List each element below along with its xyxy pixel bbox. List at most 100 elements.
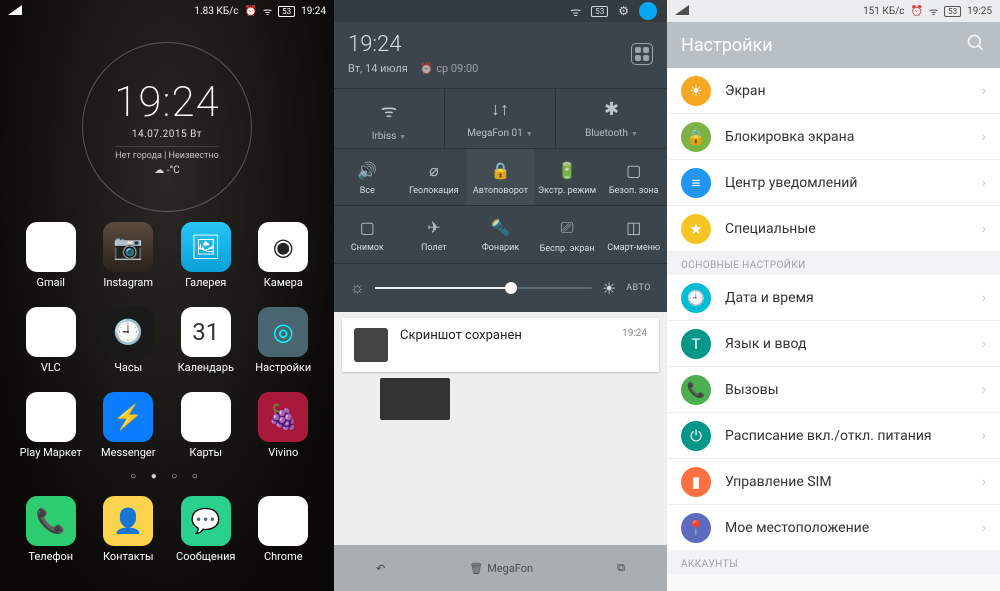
settings-row[interactable]: ⏻ Расписание вкл./откл. питания ›	[667, 413, 1000, 459]
settings-gear-icon[interactable]: ⚙	[618, 4, 629, 18]
app-Play Маркет[interactable]: ▶ Play Маркет	[16, 392, 86, 459]
grid-toggle-button[interactable]	[631, 43, 653, 65]
battery-badge: 53	[944, 6, 961, 17]
app-Instagram[interactable]: 📷 Instagram	[94, 222, 164, 289]
row-icon: ☀	[681, 76, 711, 106]
nav-back-icon[interactable]: ↶	[376, 562, 385, 575]
chevron-right-icon: ›	[982, 474, 986, 490]
quick-settings-panel: ᯤ 53 ⚙ 19:24 Вт, 14 июля ⏰ ср 09:00 ᯤ Ir…	[334, 0, 667, 591]
app-icon: ⚡	[103, 392, 153, 442]
app-label: VLC	[41, 361, 61, 374]
app-icon: ▶	[26, 392, 76, 442]
status-bar: 1.83 КБ/с ⏰ ᯤ 53 19:24	[0, 0, 334, 22]
toggle-screenshot[interactable]: ▢ Снимок	[334, 206, 401, 263]
app-Настройки[interactable]: ◎ Настройки	[249, 307, 319, 374]
app-Chrome[interactable]: ◯ Chrome	[249, 496, 319, 563]
app-Галерея[interactable]: 🖼 Галерея	[171, 222, 241, 289]
profile-avatar[interactable]	[639, 2, 657, 20]
signal-icon	[8, 5, 22, 15]
app-label: Messenger	[101, 446, 155, 459]
status-bar: ᯤ 53 ⚙	[334, 0, 667, 22]
settings-row[interactable]: ▮ Управление SIM ›	[667, 459, 1000, 505]
row-label: Специальные	[725, 221, 816, 237]
settings-row[interactable]: ☀ Экран ›	[667, 68, 1000, 114]
app-Контакты[interactable]: 👤 Контакты	[94, 496, 164, 563]
row-icon: T	[681, 329, 711, 359]
toggle-secure[interactable]: ▢ Безоп. зона	[600, 149, 667, 205]
nav-recents-icon[interactable]: ⧉	[617, 561, 625, 575]
nav-carrier-label: 🗑 MegaFon	[469, 562, 533, 575]
toggle-label: Все	[360, 186, 375, 196]
app-Часы[interactable]: 🕘 Часы	[94, 307, 164, 374]
app-Телефон[interactable]: 📞 Телефон	[16, 496, 86, 563]
battery-badge: 53	[591, 6, 608, 17]
toggle-battery[interactable]: 🔋 Экстр. режим	[534, 149, 601, 205]
nav-bar: ↶ 🗑 MegaFon ⧉	[334, 545, 667, 591]
notification-thumbnail-icon	[354, 328, 388, 362]
dock: 📞 Телефон 👤 Контакты 💬 Сообщения ◯ Chrom…	[0, 488, 334, 577]
app-label: Контакты	[103, 550, 154, 563]
app-label: Instagram	[103, 276, 153, 289]
search-icon[interactable]	[966, 33, 986, 58]
app-icon: 🕘	[103, 307, 153, 357]
brightness-high-icon: ☀	[602, 279, 616, 298]
app-icon: 🍇	[258, 392, 308, 442]
brightness-auto-toggle[interactable]: АВТО	[626, 283, 651, 293]
toggle-smart[interactable]: ◫ Смарт-меню	[600, 206, 667, 263]
app-Камера[interactable]: ◉ Камера	[249, 222, 319, 289]
toggle-airplane[interactable]: ✈ Полет	[401, 206, 468, 263]
settings-row[interactable]: 📞 Вызовы ›	[667, 367, 1000, 413]
app-icon: 💬	[181, 496, 231, 546]
chevron-right-icon: ›	[982, 520, 986, 536]
settings-row[interactable]: ≡ Центр уведомлений ›	[667, 160, 1000, 206]
net-speed: 151 КБ/с	[863, 6, 904, 17]
app-Карты[interactable]: 9 Карты	[171, 392, 241, 459]
clock-weather: ☁ -°C	[154, 165, 180, 176]
app-Календарь[interactable]: 31 Календарь	[171, 307, 241, 374]
settings-row[interactable]: 🔒 Блокировка экрана ›	[667, 114, 1000, 160]
app-label: Галерея	[185, 276, 226, 289]
conn-label: Irbiss▼	[334, 131, 444, 142]
airplane-icon: ✈	[401, 218, 468, 237]
rotate-icon: 🔒	[467, 161, 534, 180]
app-Vivino[interactable]: 🍇 Vivino	[249, 392, 319, 459]
screenshot-icon: ▢	[334, 218, 401, 237]
notification-card[interactable]: Скриншот сохранен 19:24	[342, 318, 659, 372]
settings-row[interactable]: 🕘 Дата и время ›	[667, 275, 1000, 321]
app-label: Chrome	[264, 550, 303, 563]
app-label: Часы	[114, 361, 142, 374]
row-label: Мое местоположение	[725, 520, 869, 536]
conn-label: Bluetooth▼	[556, 128, 667, 139]
app-Сообщения[interactable]: 💬 Сообщения	[171, 496, 241, 563]
settings-row[interactable]: T Язык и ввод ›	[667, 321, 1000, 367]
app-icon: 9	[181, 392, 231, 442]
settings-row[interactable]: 📍 Мое местоположение ›	[667, 505, 1000, 551]
chevron-right-icon: ›	[982, 129, 986, 145]
conn-data[interactable]: ↓↑ MegaFon 01▼	[445, 89, 556, 148]
row-icon: ≡	[681, 168, 711, 198]
app-Gmail[interactable]: M Gmail	[16, 222, 86, 289]
toggle-sound[interactable]: 🔊 Все	[334, 149, 401, 205]
toggle-location[interactable]: ⌀ Геолокация	[401, 149, 468, 205]
row-label: Расписание вкл./откл. питания	[725, 428, 932, 444]
app-VLC[interactable]: △ VLC	[16, 307, 86, 374]
toggle-rotate[interactable]: 🔒 Автоповорот	[467, 149, 534, 205]
app-label: Карты	[189, 446, 222, 459]
status-time: 19:24	[301, 6, 326, 17]
app-Messenger[interactable]: ⚡ Messenger	[94, 392, 164, 459]
settings-row[interactable]: ★ Специальные ›	[667, 206, 1000, 252]
toggle-label: Фонарик	[482, 243, 519, 253]
row-label: Вызовы	[725, 382, 779, 398]
toggle-cast[interactable]: ⎚ Беспр. экран	[534, 206, 601, 263]
toggle-torch[interactable]: 🔦 Фонарик	[467, 206, 534, 263]
brightness-slider[interactable]: ☼ ☀ АВТО	[334, 263, 667, 312]
row-icon: ⏻	[681, 421, 711, 451]
row-icon: 📍	[681, 513, 711, 543]
page-indicator: ○ ● ○ ○	[0, 471, 334, 482]
conn-bluetooth[interactable]: ✱ Bluetooth▼	[556, 89, 667, 148]
chevron-right-icon: ›	[982, 336, 986, 352]
clock-widget[interactable]: 19:24 14.07.2015 Вт Нет города | Неизвес…	[82, 42, 252, 212]
alarm-icon: ⏰	[911, 6, 923, 17]
notification-title: Скриншот сохранен	[400, 328, 522, 343]
conn-wifi[interactable]: ᯤ Irbiss▼	[334, 89, 445, 148]
